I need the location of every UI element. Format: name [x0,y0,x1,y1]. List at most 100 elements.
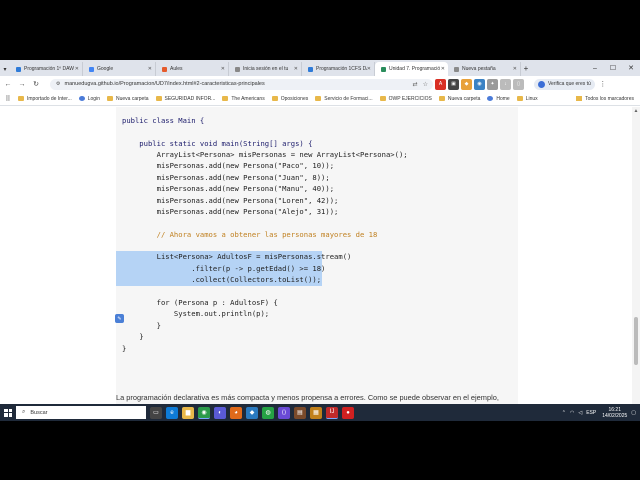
tab-favicon-icon [381,66,386,72]
selection-action-icon[interactable]: ✎ [115,314,124,323]
tab-label: Programación 1º DAW [24,66,74,72]
chrome-icon[interactable]: ◉ [198,406,210,419]
edge-icon[interactable]: e [166,406,178,419]
intellij-icon[interactable]: IJ [326,406,338,419]
bookmark-item[interactable]: Home [487,95,510,102]
code-line: misPersonas.add(new Persona("Loren", 42)… [122,195,339,205]
close-tab-icon[interactable]: ✕ [441,66,445,72]
app-brown-icon[interactable]: ▤ [294,406,306,419]
clock[interactable]: 16:21 14/02/2025 [602,407,627,419]
app-blue-icon[interactable]: ◆ [246,406,258,419]
app-yellow-icon[interactable]: ▦ [310,406,322,419]
recorder-icon[interactable]: ● [342,406,354,419]
code-line: // Ahora vamos a obtener las personas ma… [122,229,378,239]
code-line: misPersonas.add(new Persona("Manu", 40))… [122,184,335,194]
translate-icon[interactable]: ⇄ [413,81,418,88]
bookmark-label: Importado de Inter... [27,95,72,102]
close-tab-icon[interactable]: ✕ [294,66,298,72]
bookmark-item[interactable]: Nueva carpeta [438,95,481,102]
close-tab-icon[interactable]: ✕ [75,66,79,72]
code-block: import java.util.stream.Collectors;publi… [116,107,518,417]
taskbar-search[interactable]: ⌕ Buscar [16,406,146,419]
bookmark-item[interactable]: Login [78,95,100,102]
site-info-icon[interactable]: ⚙ [56,81,60,87]
code-line: ArrayList<Persona> misPersonas = new Arr… [122,149,408,159]
back-icon[interactable]: ← [2,78,14,90]
apps-grid-icon[interactable]: ⠿ [2,93,14,105]
scroll-thumb[interactable] [634,317,638,365]
bookmark-item[interactable]: The Americans [222,96,265,102]
bookmark-item[interactable]: SEGURIDAD INFOR... [155,96,215,102]
search-icon: ⌕ [22,409,26,415]
file-explorer-icon[interactable]: ▆ [182,406,194,419]
download-icon[interactable]: ↓ [500,78,511,90]
address-bar[interactable]: ⚙ manuedugva.github.io/Programacion/UD7/… [50,78,433,90]
avatar [538,80,545,88]
extension-orange-icon[interactable]: ◆ [461,78,472,90]
profile-button[interactable]: Verifica que eres tú [534,78,595,90]
bookmark-item[interactable]: Nueva carpeta [106,95,149,102]
firefox-icon[interactable]: ◕ [230,406,242,419]
vscode-icon[interactable]: ⟨⟩ [278,406,290,419]
volume-icon[interactable]: ◁ [578,410,582,416]
bookmark-label: Nueva carpeta [115,95,149,102]
menu-kebab-icon[interactable]: ⋮ [597,78,609,90]
browser-tab[interactable]: Inicia sesión en el tu ✕ [229,62,302,76]
close-window-icon[interactable]: ✕ [622,60,640,76]
scroll-up-icon[interactable]: ▲ [632,107,640,115]
bookmark-star-icon[interactable]: ☆ [423,81,428,88]
bookmark-site-icon [78,96,85,101]
bookmark-item[interactable]: Oposiciones [271,96,308,102]
extension-dark-icon[interactable]: ▣ [448,78,459,90]
browser-tab[interactable]: Aules ✕ [156,62,229,76]
bookmark-item[interactable]: Linux [516,96,538,102]
bookmark-label: Nueva carpeta [447,95,481,102]
bookmark-item[interactable]: Importado de Inter... [18,96,72,102]
notification-icon[interactable]: ▢ [631,410,636,416]
code-line: System.out.println(p); [122,309,270,319]
extension-red-icon[interactable]: A [435,78,446,90]
minimize-icon[interactable]: – [586,60,604,76]
close-tab-icon[interactable]: ✕ [513,66,517,72]
close-tab-icon[interactable]: ✕ [367,66,371,72]
maximize-icon[interactable]: ☐ [604,60,622,76]
code-line: List<Persona> AdultosF = misPersonas.str… [116,251,351,263]
close-tab-icon[interactable]: ✕ [148,66,152,72]
folder-icon [271,96,278,101]
tray-chevron-icon[interactable]: ⌃ [562,410,566,416]
browser-tab[interactable]: Nueva pestaña ✕ [448,62,521,76]
bookmarks-bar: ⠿ Importado de Inter... Login Nueva carpet… [0,92,640,106]
reload-icon[interactable]: ↻ [30,78,42,90]
bookmark-label: Home [496,95,510,102]
bookmark-label: Login [87,95,100,102]
browser-tab[interactable]: Programación 1CFS DA ✕ [302,62,375,76]
bookmark-item[interactable]: OWP EJERCICIOS [379,96,432,102]
start-button[interactable] [0,404,16,421]
tab-search-icon[interactable]: ▾ [0,62,10,76]
new-tab-button[interactable]: + [521,62,531,76]
code-line: misPersonas.add(new Persona("Paco", 10))… [122,161,335,171]
all-bookmarks[interactable]: Todos los marcadores [576,96,634,102]
browser-tab[interactable]: Unidad 7. Programació ✕ [375,62,448,76]
browser-tab[interactable]: Google ✕ [83,62,156,76]
side-panel-icon[interactable]: ▯ [513,78,524,90]
tab-favicon-icon [308,66,313,72]
windows-icon [4,408,12,417]
bookmark-item[interactable]: Servicio de Formaci... [315,96,373,102]
language-indicator[interactable]: ESP [586,410,596,416]
extensions-puzzle-icon[interactable]: ✦ [487,78,498,90]
browser-tab[interactable]: Programación 1º DAW ✕ [10,62,83,76]
forward-icon[interactable]: → [16,78,28,90]
network-icon[interactable]: ◠ [570,410,574,416]
close-tab-icon[interactable]: ✕ [221,66,225,72]
page-scrollbar[interactable]: ▲ ▼ [632,107,640,421]
screen: ▾ Programación 1º DAW ✕ Google ✕ Aules ✕ Inici… [0,60,640,421]
app-purple-icon[interactable]: ◐ [214,406,226,419]
tab-favicon-icon [454,66,459,72]
task-view-icon[interactable]: ▭ [150,406,162,419]
extension-blue-icon[interactable]: ◉ [474,78,485,90]
whatsapp-icon[interactable]: ◍ [262,406,274,419]
browser-toolbar: ← → ↻ ⚙ manuedugva.github.io/Programacio… [0,76,640,92]
